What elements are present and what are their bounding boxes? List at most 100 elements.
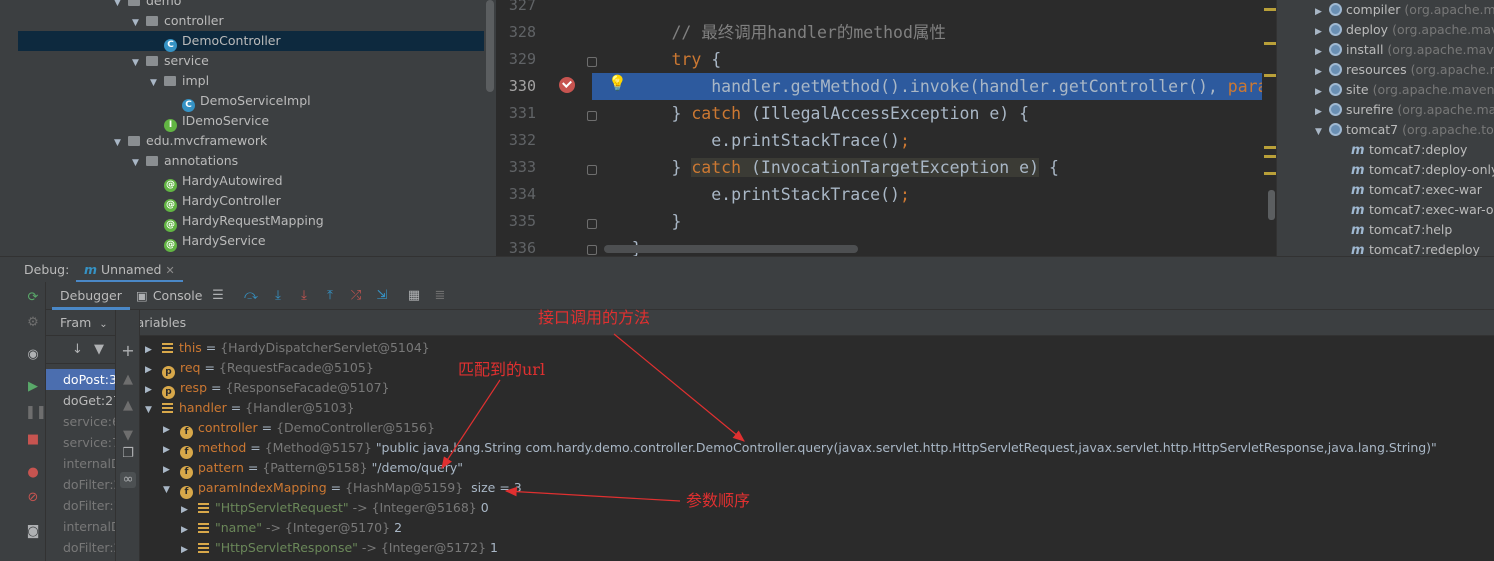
- expand-arrow-icon[interactable]: ▶: [1315, 2, 1329, 22]
- line-number[interactable]: 333: [496, 158, 536, 176]
- tree-item[interactable]: C DemoServiceImpl: [18, 91, 484, 112]
- filter-icon[interactable]: ▼: [94, 342, 104, 357]
- copy-icon[interactable]: ❐: [120, 446, 136, 462]
- frames-panel[interactable]: Fram ⌄ ↓ ▼ doPost:3 doGet:27 service:6 serv…: [46, 310, 116, 561]
- fold-marker-icon[interactable]: [587, 111, 597, 121]
- stack-frame[interactable]: internalD: [46, 516, 115, 537]
- line-number[interactable]: 336: [496, 239, 536, 256]
- maven-goal-item[interactable]: m tomcat7:help: [1351, 220, 1452, 240]
- lightbulb-icon[interactable]: 💡: [608, 74, 627, 92]
- stripe-marker[interactable]: [1264, 74, 1276, 77]
- variable-row[interactable]: ▶ p resp = {ResponseFacade@5107}: [145, 378, 394, 400]
- line-number[interactable]: 332: [496, 131, 536, 149]
- stack-frame[interactable]: doFilter:2: [46, 474, 115, 495]
- expand-arrow-icon[interactable]: ▶: [181, 520, 198, 540]
- variables-panel[interactable]: Variables ▶ this = {HardyDispatcherServle…: [140, 310, 1494, 561]
- collapse-arrow-icon[interactable]: ▼: [145, 400, 162, 420]
- expand-arrow-icon[interactable]: ▶: [163, 440, 180, 460]
- tree-item[interactable]: ▼ controller: [18, 11, 484, 31]
- expand-arrow-icon[interactable]: ▶: [163, 420, 180, 440]
- collapse-arrow-icon[interactable]: ▼: [163, 480, 180, 500]
- expand-arrow-icon[interactable]: ▶: [1315, 42, 1329, 62]
- tree-item[interactable]: ▼ annotations: [18, 151, 484, 171]
- stack-frame[interactable]: doFilter:1: [46, 495, 115, 516]
- tree-item[interactable]: ▼ impl: [18, 71, 484, 91]
- expand-arrow-icon[interactable]: ▶: [1315, 82, 1329, 102]
- code-editor[interactable]: 327 328 // 最终调用handler的method属性 329 try {3…: [496, 0, 1276, 256]
- camera-icon[interactable]: ◙: [25, 524, 41, 540]
- tree-item[interactable]: @ HardyAutowired: [18, 171, 484, 192]
- mute-breakpoints-icon[interactable]: ⊘: [25, 490, 41, 506]
- debug-session-tab[interactable]: m Unnamed ✕: [76, 257, 183, 283]
- stack-frame[interactable]: doGet:27: [46, 390, 115, 411]
- code-line[interactable]: e.printStackTrace();: [592, 127, 910, 154]
- variable-row[interactable]: ▶ "HttpServletResponse" -> {Integer@5172}…: [181, 538, 498, 558]
- tree-item[interactable]: @ HardyRequestMapping: [18, 211, 484, 232]
- variable-row[interactable]: ▼ handler = {Handler@5103}: [145, 398, 359, 418]
- variable-row[interactable]: ▶ f pattern = {Pattern@5158} "/demo/query": [163, 458, 463, 479]
- tree-item[interactable]: ▼ demo: [18, 0, 484, 11]
- stripe-marker[interactable]: [1264, 8, 1276, 11]
- code-line[interactable]: } catch (InvocationTargetException e) {: [592, 154, 1059, 181]
- stack-frame[interactable]: service:7: [46, 432, 115, 453]
- line-number[interactable]: 334: [496, 185, 536, 203]
- code-line[interactable]: try {: [592, 46, 721, 73]
- line-number[interactable]: 335: [496, 212, 536, 230]
- maven-goal-item[interactable]: m tomcat7:deploy-only: [1351, 160, 1494, 180]
- variable-row[interactable]: ▶ f method = {Method@5157} "public java.lan…: [163, 438, 1437, 460]
- project-tree[interactable]: ▼ demo ▼ controller C DemoController ▼ service ▼…: [0, 0, 496, 256]
- maven-plugin-item[interactable]: ▶ compiler (org.apache.ma: [1277, 0, 1494, 20]
- tree-scrollbar[interactable]: [486, 0, 494, 92]
- expand-arrow-icon[interactable]: ▶: [181, 500, 198, 520]
- fold-marker-icon[interactable]: [587, 219, 597, 229]
- drop-frame-icon[interactable]: ⤮: [348, 288, 364, 304]
- maven-plugin-item[interactable]: ▶ deploy (org.apache.mav: [1277, 20, 1494, 40]
- tab-console[interactable]: ▣ Console: [136, 282, 202, 310]
- add-watch-icon[interactable]: +: [120, 343, 136, 359]
- step-into-icon[interactable]: ⤓: [270, 288, 286, 304]
- expand-arrow-icon[interactable]: ▶: [145, 360, 162, 380]
- evaluate-expression-icon[interactable]: ▦: [406, 288, 422, 304]
- maven-plugin-item[interactable]: ▶ install (org.apache.mave: [1277, 40, 1494, 60]
- breakpoints-icon[interactable]: ●: [25, 465, 41, 481]
- tab-debugger[interactable]: Debugger: [52, 282, 130, 310]
- line-number[interactable]: 328: [496, 23, 536, 41]
- maven-plugin-item[interactable]: ▼ tomcat7(org.apache.tom: [1277, 120, 1494, 140]
- maven-plugin-item[interactable]: ▶ site (org.apache.maven.p: [1277, 80, 1494, 100]
- chevron-down-icon[interactable]: ⌄: [99, 319, 107, 330]
- code-line[interactable]: }: [592, 208, 681, 235]
- maven-goal-item[interactable]: m tomcat7:exec-war-onl: [1351, 200, 1494, 220]
- maven-panel[interactable]: ▶ compiler (org.apache.ma ▶ deploy (org.apach…: [1276, 0, 1494, 256]
- tree-item[interactable]: @ HardyController: [18, 191, 484, 212]
- variable-row[interactable]: ▶ p req = {RequestFacade@5105}: [145, 358, 378, 380]
- tree-item[interactable]: I IDemoService: [18, 111, 484, 132]
- code-line[interactable]: } catch (IllegalAccessException e) {: [592, 100, 1029, 127]
- maven-goal-item[interactable]: m tomcat7:redeploy: [1351, 240, 1480, 256]
- resume-icon[interactable]: ▶: [25, 379, 41, 395]
- tree-item[interactable]: ▼ service: [18, 51, 484, 71]
- stack-frame[interactable]: doPost:3: [46, 369, 115, 390]
- fold-marker-icon[interactable]: [587, 245, 597, 255]
- move-down-icon[interactable]: ▲: [120, 398, 136, 414]
- expand-arrow-icon[interactable]: ▶: [145, 380, 162, 400]
- tree-item[interactable]: @ HardyService: [18, 231, 484, 252]
- step-over-icon[interactable]: ⤼: [243, 288, 259, 304]
- code-line[interactable]: // 最终调用handler的method属性: [592, 19, 945, 46]
- variable-row[interactable]: ▶ f controller = {DemoController@5156}: [163, 418, 439, 440]
- force-step-into-icon[interactable]: ⤓: [296, 288, 312, 304]
- expand-arrow-icon[interactable]: ▼: [132, 53, 146, 73]
- variable-row[interactable]: ▶ "HttpServletRequest" -> {Integer@5168} 0: [181, 498, 489, 518]
- stripe-marker[interactable]: [1264, 42, 1276, 45]
- tree-item[interactable]: C DemoController: [18, 31, 484, 52]
- stripe-marker[interactable]: [1264, 172, 1276, 175]
- line-number[interactable]: 330: [496, 77, 536, 95]
- expand-arrow-icon[interactable]: ▼: [1315, 122, 1329, 142]
- move-up-icon[interactable]: ▲: [120, 372, 136, 388]
- expand-arrow-icon[interactable]: ▼: [132, 13, 146, 33]
- step-out-icon[interactable]: ⤒: [322, 288, 338, 304]
- expand-arrow-icon[interactable]: ▶: [1315, 22, 1329, 42]
- stop-icon[interactable]: ■: [25, 432, 41, 448]
- variable-row[interactable]: ▶ "name" -> {Integer@5170} 2: [181, 518, 402, 538]
- maven-goal-item[interactable]: m tomcat7:exec-war: [1351, 180, 1482, 200]
- variable-row[interactable]: ▼ f paramIndexMapping = {HashMap@5159} siz…: [163, 478, 522, 500]
